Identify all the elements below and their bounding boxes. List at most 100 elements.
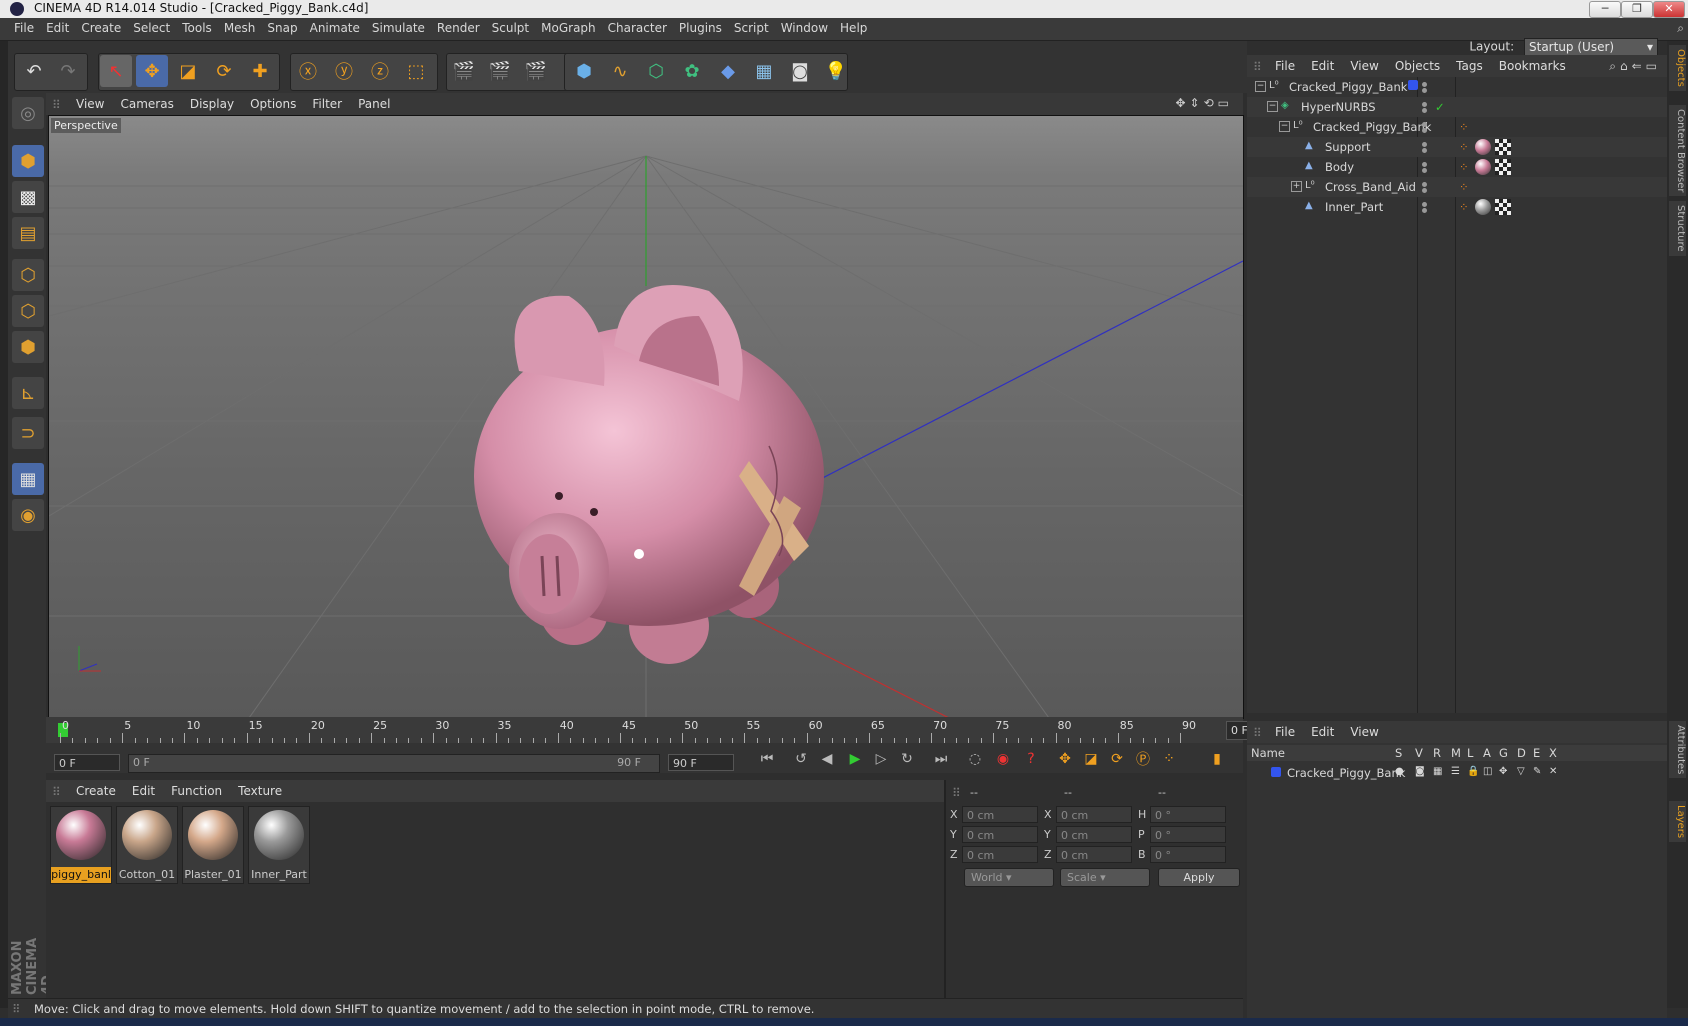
material-menu-texture[interactable]: Texture: [230, 780, 290, 798]
tree-toggle-icon[interactable]: +: [1291, 181, 1302, 192]
coordinate-system-icon[interactable]: ⬚: [400, 55, 432, 87]
menu-file[interactable]: File: [8, 18, 40, 35]
render-visibility-dot[interactable]: [1422, 108, 1427, 113]
mograph-cloner-icon[interactable]: ✿: [676, 55, 708, 87]
tab-structure[interactable]: Structure: [1669, 201, 1686, 256]
go-to-start-icon[interactable]: ⏮: [756, 749, 778, 769]
menu-sculpt[interactable]: Sculpt: [486, 18, 535, 35]
object-row[interactable]: − L⁰ Cracked_Piggy_Bank: [1247, 77, 1667, 97]
enabled-check-icon[interactable]: ✓: [1435, 100, 1445, 114]
y-axis-lock-icon[interactable]: ⓨ: [328, 55, 360, 87]
phong-tag-icon[interactable]: ⁘: [1459, 140, 1469, 154]
viewport-menu-cameras[interactable]: Cameras: [112, 93, 181, 111]
coord-field[interactable]: 0 cm: [1056, 806, 1132, 823]
points-mode-icon[interactable]: ⬡: [12, 259, 44, 291]
editor-visibility-dot[interactable]: [1422, 202, 1427, 207]
move-tool-icon[interactable]: ✥: [136, 55, 168, 87]
tree-toggle-icon[interactable]: −: [1255, 81, 1266, 92]
layer-toggle-icon[interactable]: ▽: [1517, 766, 1525, 777]
editor-visibility-dot[interactable]: [1422, 102, 1427, 107]
object-row[interactable]: + L⁰ Cross_Band_Aid ⁘: [1247, 177, 1667, 197]
nurbs-icon[interactable]: ⬡: [640, 55, 672, 87]
record-icon[interactable]: ◌: [964, 749, 986, 769]
viewport-nav-icons[interactable]: ✥⇕⟲▭: [1175, 96, 1233, 110]
restore-button[interactable]: ❐: [1621, 1, 1653, 18]
render-visibility-dot[interactable]: [1422, 168, 1427, 173]
object-row[interactable]: ▲ Inner_Part ⁘: [1247, 197, 1667, 217]
autokey-icon[interactable]: ◉: [992, 749, 1014, 769]
viewport-menu-display[interactable]: Display: [182, 93, 242, 111]
uvw-tag-icon[interactable]: [1495, 159, 1511, 175]
layer-toggle-icon[interactable]: ●: [1395, 766, 1404, 777]
material-swatch[interactable]: piggy_banl: [50, 806, 112, 884]
tab-layers[interactable]: Layers: [1669, 801, 1686, 843]
coord-field[interactable]: 0 cm: [1056, 846, 1132, 863]
material-tag-icon[interactable]: [1475, 139, 1491, 155]
coord-field[interactable]: 0 °: [1150, 806, 1226, 823]
texture-mode-icon[interactable]: ▩: [12, 181, 44, 213]
z-axis-lock-icon[interactable]: ⓩ: [364, 55, 396, 87]
coord-field[interactable]: 0 cm: [962, 826, 1038, 843]
workplane-mode-icon[interactable]: ▤: [12, 217, 44, 249]
search-icon[interactable]: ⌕: [1677, 21, 1684, 36]
menu-snap[interactable]: Snap: [261, 18, 303, 35]
phong-tag-icon[interactable]: ⁘: [1459, 200, 1469, 214]
rotate-tool-icon[interactable]: ⟳: [208, 55, 240, 87]
render-visibility-dot[interactable]: [1422, 208, 1427, 213]
phong-tag-icon[interactable]: ⁘: [1459, 120, 1469, 134]
tab-content-browser[interactable]: Content Browser: [1669, 105, 1686, 197]
layout-select[interactable]: Startup (User) ▾: [1524, 38, 1658, 56]
start-frame-field[interactable]: 0 F: [54, 754, 120, 771]
layer-menu-view[interactable]: View: [1342, 721, 1386, 739]
make-editable-icon[interactable]: ◎: [12, 97, 44, 129]
coord-field[interactable]: 0 cm: [962, 806, 1038, 823]
deformer-icon[interactable]: ◆: [712, 55, 744, 87]
object-menu-view[interactable]: View: [1342, 55, 1386, 73]
render-settings-icon[interactable]: 🎬: [520, 55, 552, 87]
layer-color-swatch[interactable]: [1408, 80, 1418, 90]
undo-icon[interactable]: ↶: [18, 55, 50, 87]
layer-toggle-icon[interactable]: ✕: [1549, 766, 1557, 777]
coord-field[interactable]: 0 °: [1150, 846, 1226, 863]
coordinate-space-select[interactable]: World ▾: [964, 868, 1054, 887]
phong-tag-icon[interactable]: ⁘: [1459, 160, 1469, 174]
polygons-mode-icon[interactable]: ⬢: [12, 331, 44, 363]
editor-visibility-dot[interactable]: [1422, 162, 1427, 167]
tweak-mode-icon[interactable]: ⊃: [12, 417, 44, 449]
material-menu-edit[interactable]: Edit: [124, 780, 163, 798]
editor-visibility-dot[interactable]: [1422, 182, 1427, 187]
coordinate-mode-select[interactable]: Scale ▾: [1060, 868, 1150, 887]
scale-tool-icon[interactable]: ◪: [172, 55, 204, 87]
key-parameter-icon[interactable]: Ⓟ: [1132, 749, 1154, 769]
keyframe-selection-icon[interactable]: ?: [1020, 749, 1042, 769]
timeline-ruler[interactable]: 0 5 10 15 20 25 30 35 40 45 50 55 60 65 70 75 80 85 90 0 F: [46, 717, 1300, 743]
editor-visibility-dot[interactable]: [1422, 82, 1427, 87]
minimize-button[interactable]: ─: [1589, 1, 1621, 18]
redo-icon[interactable]: ↷: [52, 55, 84, 87]
uvw-tag-icon[interactable]: [1495, 139, 1511, 155]
coord-field[interactable]: 0 cm: [962, 846, 1038, 863]
object-menu-tags[interactable]: Tags: [1448, 55, 1491, 73]
floor-icon[interactable]: ▦: [748, 55, 780, 87]
recent-tool-icon[interactable]: ✚: [244, 55, 276, 87]
object-menu-bookmarks[interactable]: Bookmarks: [1491, 55, 1574, 73]
layer-toggle-icon[interactable]: ✥: [1499, 766, 1507, 777]
3d-viewport[interactable]: Perspective: [48, 115, 1244, 719]
material-tag-icon[interactable]: [1475, 199, 1491, 215]
menu-select[interactable]: Select: [127, 18, 176, 35]
menu-edit[interactable]: Edit: [40, 18, 75, 35]
object-manager-nav-icons[interactable]: ⌕⌂⇐▭: [1609, 59, 1661, 74]
layer-toggle-icon[interactable]: ☰: [1451, 766, 1460, 777]
menu-simulate[interactable]: Simulate: [366, 18, 431, 35]
editor-visibility-dot[interactable]: [1422, 142, 1427, 147]
apply-button[interactable]: Apply: [1158, 868, 1240, 887]
camera-icon[interactable]: ◙: [784, 55, 816, 87]
key-scale-icon[interactable]: ◪: [1080, 749, 1102, 769]
material-tag-icon[interactable]: [1475, 159, 1491, 175]
locked-workplane-icon[interactable]: ◉: [12, 499, 44, 531]
render-visibility-dot[interactable]: [1422, 88, 1427, 93]
render-view-icon[interactable]: 🎬: [448, 55, 480, 87]
editor-visibility-dot[interactable]: [1422, 122, 1427, 127]
tree-toggle-icon[interactable]: −: [1267, 101, 1278, 112]
end-frame-field[interactable]: 90 F: [668, 754, 734, 771]
